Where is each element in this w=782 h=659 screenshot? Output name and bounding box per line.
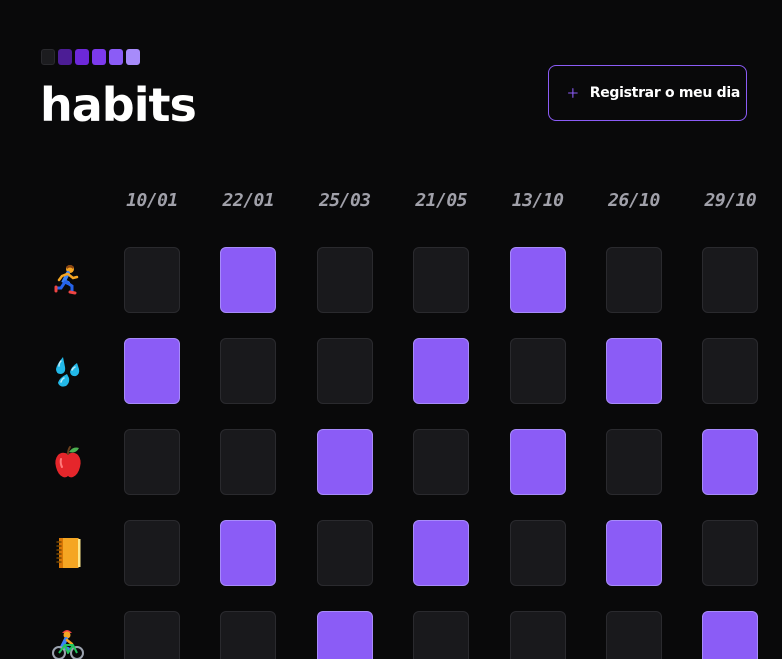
habit-day-cell-empty[interactable] (509, 611, 566, 659)
habit-day-cell-completed[interactable] (316, 429, 373, 495)
habit-day-cell-completed[interactable] (606, 338, 662, 404)
logo-square (109, 49, 123, 65)
habit-day-cell-empty[interactable] (124, 611, 180, 659)
habit-day-cell-completed[interactable] (702, 611, 759, 659)
habit-day-cell-empty[interactable] (509, 338, 566, 404)
date-column-header: 25/03 (318, 190, 371, 211)
habit-day-cell-empty[interactable] (220, 338, 277, 404)
cyclist-icon (51, 627, 85, 659)
habit-day-cell-empty[interactable] (124, 429, 180, 495)
habit-day-cell-completed[interactable] (509, 429, 566, 495)
habit-day-cell-completed[interactable] (124, 338, 180, 404)
habit-day-cell-empty[interactable] (509, 520, 566, 586)
logo (41, 49, 140, 65)
runner-icon (51, 263, 85, 297)
water-drops-icon (51, 354, 85, 388)
habit-day-cell-empty[interactable] (316, 520, 373, 586)
logo-square (92, 49, 106, 65)
habit-day-cell-empty[interactable] (316, 338, 373, 404)
habit-day-cell-completed[interactable] (413, 520, 470, 586)
habit-day-cell-empty[interactable] (606, 247, 662, 313)
habit-day-cell-empty[interactable] (124, 520, 180, 586)
logo-square (41, 49, 55, 65)
plus-icon (568, 88, 578, 98)
logo-square (126, 49, 140, 65)
habit-day-cell-completed[interactable] (316, 611, 373, 659)
habit-day-cell-empty[interactable] (413, 247, 470, 313)
habit-day-cell-completed[interactable] (606, 520, 662, 586)
date-column-header: 13/10 (511, 190, 564, 211)
date-column-header: 21/05 (415, 190, 468, 211)
habit-day-cell-empty[interactable] (702, 520, 759, 586)
date-column-header: 22/01 (222, 190, 275, 211)
habit-day-cell-completed[interactable] (413, 338, 470, 404)
habit-day-cell-empty[interactable] (220, 429, 277, 495)
habit-day-cell-empty[interactable] (413, 611, 470, 659)
apple-icon (51, 445, 85, 479)
notebook-icon (51, 536, 85, 570)
habit-day-cell-empty[interactable] (606, 429, 662, 495)
logo-square (75, 49, 89, 65)
habit-day-cell-empty[interactable] (220, 611, 277, 659)
habit-day-cell-empty[interactable] (316, 247, 373, 313)
register-day-button[interactable]: Registrar o meu dia (548, 65, 747, 121)
date-column-header: 26/10 (608, 190, 660, 211)
habit-day-cell-empty[interactable] (702, 247, 759, 313)
habit-day-cell-empty[interactable] (413, 429, 470, 495)
date-column-header: 10/01 (126, 190, 178, 211)
habit-day-cell-empty[interactable] (606, 611, 662, 659)
register-day-button-label: Registrar o meu dia (589, 85, 741, 101)
habit-day-cell-completed[interactable] (509, 247, 566, 313)
date-column-header: 29/10 (704, 190, 757, 211)
habit-day-cell-empty[interactable] (124, 247, 180, 313)
logo-square (58, 49, 72, 65)
habit-day-cell-completed[interactable] (702, 429, 759, 495)
habit-day-cell-completed[interactable] (220, 520, 277, 586)
habit-day-cell-completed[interactable] (220, 247, 277, 313)
habit-day-cell-empty[interactable] (702, 338, 759, 404)
page-title: habits (40, 78, 197, 132)
habits-page: habits Registrar o meu dia 10/01 22/01 25/… (0, 0, 782, 659)
